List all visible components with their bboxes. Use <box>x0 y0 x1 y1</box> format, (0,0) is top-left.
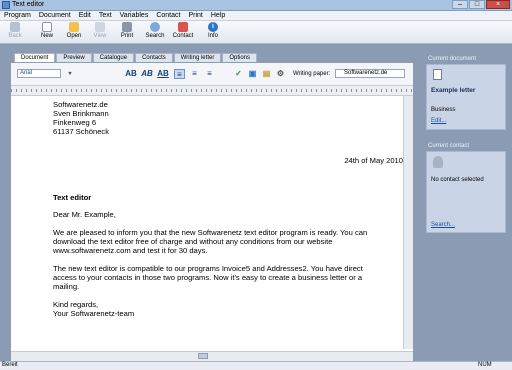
scrollbar-thumb[interactable] <box>198 353 208 359</box>
title-bar: Text editor – □ × <box>0 0 512 11</box>
dropdown-arrow-icon[interactable]: ▾ <box>65 69 75 79</box>
window-controls: – □ × <box>451 0 510 10</box>
menu-variables[interactable]: Variables <box>116 11 153 20</box>
info-icon: i <box>208 22 218 32</box>
num-lock-indicator: NUM <box>478 362 492 368</box>
letter-subject: Text editor <box>53 193 92 202</box>
view-icon <box>95 22 105 32</box>
contact-button[interactable]: Contact <box>172 22 194 42</box>
menu-edit[interactable]: Edit <box>75 11 95 20</box>
insert-image-icon[interactable]: ▣ <box>247 69 258 79</box>
paragraph-line: The new text editor is compatible to our… <box>53 264 363 273</box>
menu-text[interactable]: Text <box>95 11 116 20</box>
tab-catalogue[interactable]: Catalogue <box>92 53 135 62</box>
current-document-header: Current document <box>428 56 477 62</box>
paragraph-line: We are pleased to inform you that the ne… <box>53 228 368 237</box>
editor-panel: Arial ▾ AB AB AB ≡ ≡ ≡ ✓ ▣ ▤ ⚙ Writing p… <box>10 62 414 362</box>
horizontal-scrollbar[interactable] <box>11 351 413 361</box>
books-icon[interactable]: ▤ <box>261 69 272 79</box>
menu-help[interactable]: Help <box>207 11 229 20</box>
maximize-button[interactable]: □ <box>469 0 485 9</box>
vertical-scrollbar[interactable] <box>403 96 413 349</box>
ruler[interactable] <box>11 86 413 96</box>
view-button[interactable]: View <box>89 22 111 42</box>
search-link[interactable]: Search... <box>431 222 455 228</box>
tab-contacts[interactable]: Contacts <box>135 53 173 62</box>
document-tabs: Document Preview Catalogue Contacts Writ… <box>14 53 258 62</box>
window-title: Text editor <box>12 1 45 8</box>
status-text: Bereit <box>2 362 18 368</box>
current-contact-panel: No contact selected Search... <box>426 151 506 233</box>
contact-status: No contact selected <box>431 177 484 183</box>
tab-document[interactable]: Document <box>14 53 56 62</box>
current-contact-header: Current contact <box>428 143 470 149</box>
current-document-name: Example letter <box>431 87 476 94</box>
address-line: Finkenweg 6 <box>53 118 97 127</box>
back-arrow-icon <box>10 22 20 32</box>
info-button[interactable]: i Info <box>202 22 224 42</box>
paragraph-line: mailing. <box>53 282 80 291</box>
menu-bar: Program Document Edit Text Variables Con… <box>0 11 512 21</box>
new-document-icon <box>42 22 52 32</box>
minimize-button[interactable]: – <box>452 0 468 9</box>
search-icon <box>150 22 160 32</box>
font-select[interactable]: Arial <box>17 69 61 78</box>
folder-icon <box>69 22 79 32</box>
edit-link[interactable]: Edit... <box>431 118 446 124</box>
paragraph-line: access to your contacts in those two pro… <box>53 273 363 282</box>
document-body[interactable]: Softwarenetz.de Sven Brinkmann Finkenweg… <box>11 96 403 349</box>
current-document-category: Business <box>431 107 456 113</box>
menu-document[interactable]: Document <box>35 11 75 20</box>
contact-book-icon <box>178 22 188 32</box>
spellcheck-icon[interactable]: ✓ <box>233 69 244 79</box>
search-button[interactable]: Search <box>144 22 166 42</box>
tab-preview[interactable]: Preview <box>56 53 92 62</box>
main-toolbar: Back New Open View Print Search Contact … <box>0 21 512 44</box>
menu-print[interactable]: Print <box>184 11 206 20</box>
align-right-icon[interactable]: ≡ <box>204 69 215 79</box>
closing-line: Your Softwarenetz-team <box>53 309 135 318</box>
menu-contact[interactable]: Contact <box>152 11 184 20</box>
menu-program[interactable]: Program <box>0 11 35 20</box>
address-line: Softwarenetz.de <box>53 100 108 109</box>
format-toolbar: Arial ▾ AB AB AB ≡ ≡ ≡ ✓ ▣ ▤ ⚙ Writing p… <box>11 63 413 86</box>
closing-line: Kind regards, <box>53 300 99 309</box>
underline-icon[interactable]: AB <box>157 69 169 79</box>
print-button[interactable]: Print <box>116 22 138 42</box>
app-icon <box>2 1 10 9</box>
person-icon <box>433 156 443 168</box>
close-button[interactable]: × <box>486 0 510 9</box>
address-line: Sven Brinkmann <box>53 109 109 118</box>
italic-icon[interactable]: AB <box>141 69 153 79</box>
back-button[interactable]: Back <box>4 22 26 42</box>
tab-writing-letter[interactable]: Writing letter <box>173 53 222 62</box>
current-document-panel: Example letter Business Edit... <box>426 64 506 130</box>
writing-paper-select[interactable]: Softwarenetz.de <box>335 69 405 78</box>
align-left-icon[interactable]: ≡ <box>174 69 185 79</box>
paragraph-line: download the text editor free of charge … <box>53 237 333 246</box>
document-icon <box>433 69 442 80</box>
align-center-icon[interactable]: ≡ <box>189 69 200 79</box>
tools-icon[interactable]: ⚙ <box>275 69 286 79</box>
open-button[interactable]: Open <box>63 22 85 42</box>
paragraph-line: www.softwarenetz.com and test it for 30 … <box>53 246 208 255</box>
tab-options[interactable]: Options <box>222 53 258 62</box>
writing-paper-label: Writing paper: <box>293 71 331 77</box>
font-grow-icon[interactable]: AB <box>125 69 137 79</box>
letter-date: 24th of May 2010 <box>344 156 403 165</box>
new-button[interactable]: New <box>36 22 58 42</box>
address-line: 61137 Schöneck <box>53 127 110 136</box>
printer-icon <box>122 22 132 32</box>
letter-salutation: Dear Mr. Example, <box>53 210 116 219</box>
